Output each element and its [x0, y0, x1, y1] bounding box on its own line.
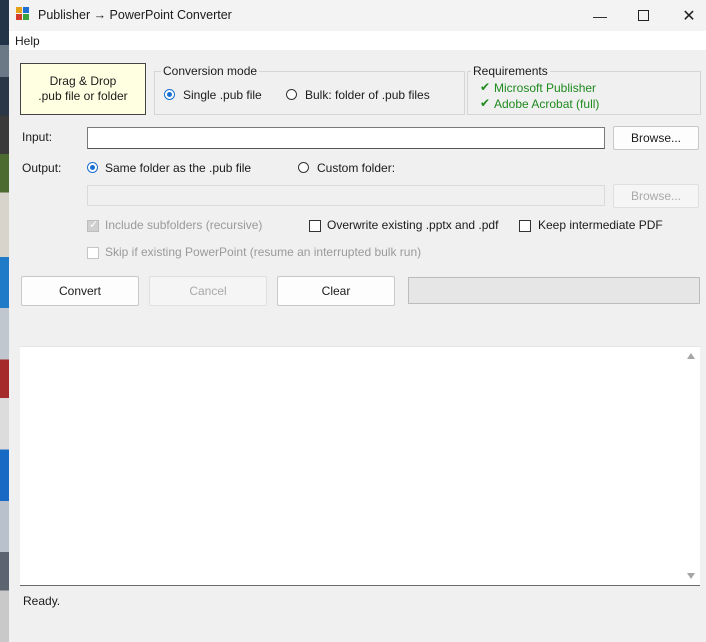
keep-pdf-label[interactable]: Keep intermediate PDF — [538, 218, 663, 232]
same-folder-radio[interactable] — [87, 162, 98, 173]
drop-zone[interactable]: Drag & Drop .pub file or folder — [20, 63, 146, 115]
skip-existing-label[interactable]: Skip if existing PowerPoint (resume an i… — [105, 245, 421, 259]
window-title: Publisher → PowerPoint Converter — [38, 8, 232, 22]
scroll-down-icon[interactable] — [687, 573, 695, 579]
minimize-icon: — — [593, 7, 607, 24]
custom-folder-radio[interactable] — [298, 162, 309, 173]
drop-zone-line2: .pub file or folder — [38, 89, 128, 103]
progress-bar — [408, 277, 700, 304]
same-folder-label[interactable]: Same folder as the .pub file — [105, 161, 251, 175]
check-icon: ✔ — [480, 96, 491, 110]
drop-zone-line1: Drag & Drop — [49, 74, 117, 88]
keep-pdf-checkbox[interactable] — [519, 220, 531, 232]
input-label: Input: — [22, 130, 53, 144]
close-icon: ✕ — [682, 7, 696, 25]
custom-folder-field[interactable] — [87, 185, 605, 206]
input-browse-button[interactable]: Browse... — [613, 126, 699, 150]
requirement-acrobat: Adobe Acrobat (full) — [494, 97, 600, 111]
maximize-button[interactable] — [620, 0, 666, 31]
include-subfolders-checkbox[interactable] — [87, 218, 99, 232]
requirement-publisher: Microsoft Publisher — [494, 81, 597, 95]
convert-button[interactable]: Convert — [21, 276, 139, 306]
maximize-icon — [637, 10, 649, 21]
client-area: Drag & Drop .pub file or folder Conversi… — [9, 50, 706, 642]
minimize-button[interactable]: — — [577, 0, 623, 31]
menu-bar: Help — [9, 31, 706, 50]
clear-button[interactable]: Clear — [277, 276, 395, 306]
output-browse-button[interactable]: Browse... — [613, 184, 699, 208]
check-icon: ✔ — [480, 80, 491, 94]
status-text: Ready. — [23, 594, 61, 608]
include-subfolders-label[interactable]: Include subfolders (recursive) — [105, 218, 262, 232]
desktop-background — [0, 0, 9, 642]
title-bar: Publisher → PowerPoint Converter — ✕ — [9, 0, 706, 31]
requirements-title: Requirements — [471, 64, 550, 78]
conversion-mode-title: Conversion mode — [161, 64, 260, 78]
log-scrollbar[interactable] — [683, 347, 700, 585]
custom-folder-label[interactable]: Custom folder: — [317, 161, 395, 175]
bulk-mode-radio[interactable] — [286, 89, 297, 100]
menu-help[interactable]: Help — [15, 34, 40, 48]
close-button[interactable]: ✕ — [666, 0, 706, 31]
log-output[interactable] — [20, 346, 700, 586]
single-mode-label[interactable]: Single .pub file — [183, 88, 262, 102]
bulk-mode-label[interactable]: Bulk: folder of .pub files — [305, 88, 430, 102]
app-icon — [16, 7, 30, 21]
input-path-field[interactable] — [87, 127, 605, 149]
overwrite-label[interactable]: Overwrite existing .pptx and .pdf — [327, 218, 498, 232]
cancel-button[interactable]: Cancel — [149, 276, 267, 306]
skip-existing-checkbox[interactable] — [87, 247, 99, 259]
app-window: Publisher → PowerPoint Converter — ✕ Hel… — [9, 0, 706, 642]
overwrite-checkbox[interactable] — [309, 220, 321, 232]
single-mode-radio[interactable] — [164, 89, 175, 100]
scroll-up-icon[interactable] — [687, 353, 695, 359]
output-label: Output: — [22, 161, 62, 175]
